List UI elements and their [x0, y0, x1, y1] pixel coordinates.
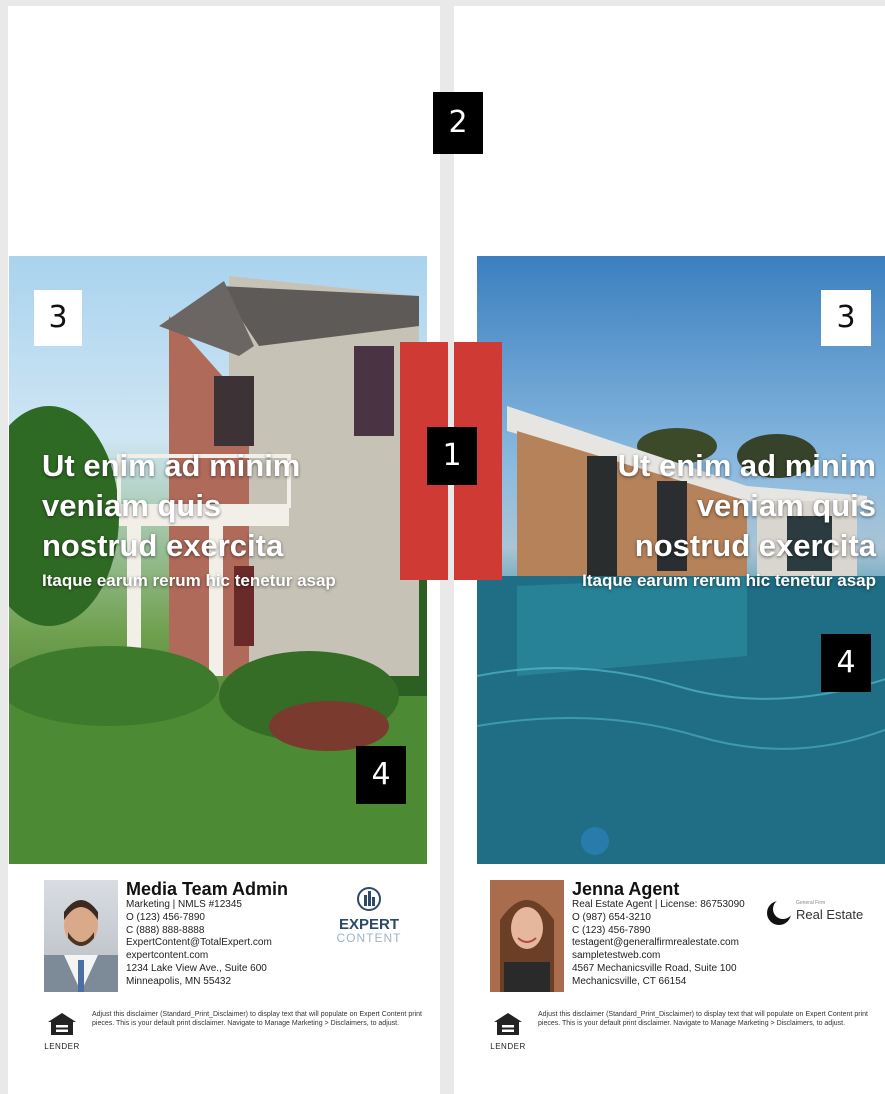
- left-headline: Ut enim ad minim veniam quis nostrud exe…: [42, 448, 301, 563]
- right-ehl-label: LENDER: [490, 1042, 526, 1051]
- left-agent-photo: [44, 880, 118, 992]
- right-contact-line: Mechanicsville, CT 66154: [572, 975, 687, 987]
- equal-housing-icon: [494, 1013, 522, 1035]
- left-contact-line: C (888) 888-8888: [126, 924, 205, 936]
- marker-4-right: 4: [821, 634, 871, 692]
- right-contact-line: O (987) 654-3210: [572, 911, 651, 923]
- left-disclaimer: Adjust this disclaimer (Standard_Print_D…: [92, 1011, 422, 1027]
- right-agent-name: Jenna Agent: [572, 879, 680, 899]
- right-contact-line: C (123) 456-7890: [572, 924, 651, 936]
- woman-portrait-icon: [490, 880, 564, 992]
- left-flyer: Ut enim ad minim veniam quis nostrud exe…: [8, 6, 440, 1094]
- left-ehl-label: LENDER: [44, 1042, 80, 1051]
- right-contact-line: 4567 Mechanicsville Road, Suite 100: [572, 962, 737, 974]
- marker-3-left: 3: [34, 290, 82, 346]
- marker-3-right: 3: [821, 290, 871, 346]
- left-subline: Itaque earum rerum hic tenetur asap: [42, 571, 336, 590]
- expert-content-logo: EXPERT CONTENT: [334, 886, 404, 945]
- right-headline: Ut enim ad minim veniam quis nostrud exe…: [617, 448, 876, 563]
- left-contact-line: Minneapolis, MN 55432: [126, 975, 232, 987]
- right-contact-line: sampletestweb.com: [572, 950, 661, 962]
- logo-real-estate: Real Estate: [796, 907, 864, 922]
- right-agent-photo: [490, 880, 564, 992]
- right-disclaimer: Adjust this disclaimer (Standard_Print_D…: [538, 1011, 868, 1027]
- right-flyer: Ut enim ad minim veniam quis nostrud exe…: [454, 6, 885, 1094]
- right-subline: Itaque earum rerum hic tenetur asap: [582, 571, 876, 590]
- right-equal-housing-logo: LENDER: [490, 1012, 526, 1051]
- left-contact-line: Marketing | NMLS #12345: [126, 899, 242, 910]
- left-contact-block: Media Team Admin Marketing | NMLS #12345…: [126, 880, 288, 989]
- right-contact-line: Real Estate Agent | License: 86753090: [572, 899, 745, 910]
- left-contact-line: O (123) 456-7890: [126, 911, 205, 923]
- marker-4-left: 4: [356, 746, 406, 804]
- right-contact-line: testagent@generalfirmrealestate.com: [572, 937, 739, 949]
- left-equal-housing-logo: LENDER: [44, 1012, 80, 1051]
- marker-1: 1: [427, 427, 477, 485]
- marker-2: 2: [433, 92, 483, 154]
- crescent-logo-icon: [767, 900, 792, 925]
- logo-word-expert: EXPERT: [338, 916, 399, 933]
- man-portrait-icon: [44, 900, 118, 992]
- logo-word-content: CONTENT: [336, 931, 402, 945]
- building-logo-icon: [357, 887, 381, 911]
- right-contact-block: Jenna Agent Real Estate Agent | License:…: [572, 880, 745, 989]
- left-agent-name: Media Team Admin: [126, 879, 289, 899]
- logo-small-text: General Firm: [796, 900, 826, 906]
- left-contact-line: expertcontent.com: [126, 950, 209, 962]
- left-contact-line: 1234 Lake View Ave., Suite 600: [126, 962, 267, 974]
- equal-housing-icon: [48, 1013, 76, 1035]
- left-contact-line: ExpertContent@TotalExpert.com: [126, 937, 272, 949]
